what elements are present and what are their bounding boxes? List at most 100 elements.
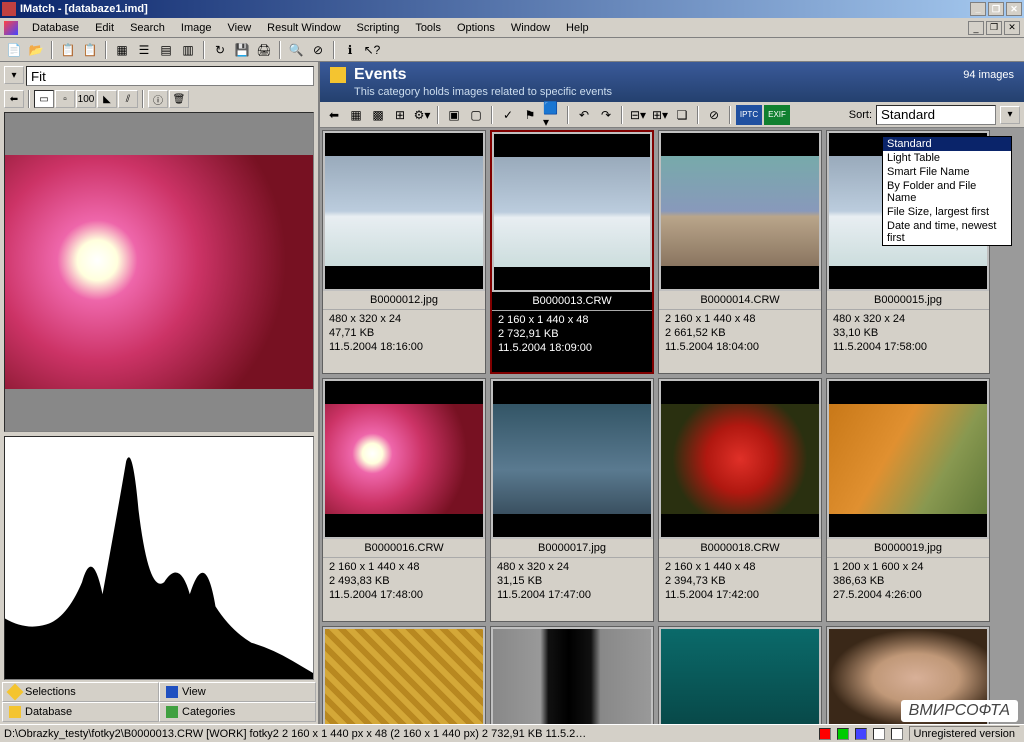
grid-small-icon[interactable]: ▩ bbox=[368, 105, 388, 125]
back-icon[interactable]: ⬅ bbox=[324, 105, 344, 125]
tab-view[interactable]: View bbox=[159, 682, 316, 702]
tree2-icon[interactable]: ⊞▾ bbox=[650, 105, 670, 125]
histogram-panel bbox=[4, 436, 314, 680]
status-registration: Unregistered version bbox=[909, 726, 1021, 741]
refresh-icon[interactable]: ↻ bbox=[210, 40, 230, 60]
status-color-white2[interactable] bbox=[891, 728, 903, 740]
status-bar: D:\Obrazky_testy\fotky2\B0000013.CRW [WO… bbox=[0, 724, 1024, 742]
histogram-icon[interactable]: ◣ bbox=[97, 90, 117, 108]
minimize-button[interactable]: _ bbox=[970, 2, 986, 16]
thumbnail-item[interactable]: B0000018.CRW 2 160 x 1 440 x 482 394,73 … bbox=[658, 378, 822, 622]
menu-edit[interactable]: Edit bbox=[87, 20, 122, 36]
thumbnail-filename: B0000019.jpg bbox=[827, 539, 989, 558]
status-color-blue[interactable] bbox=[855, 728, 867, 740]
thumbnail-info: 2 160 x 1 440 x 482 732,91 KB11.5.2004 1… bbox=[492, 311, 652, 372]
info-icon[interactable]: ⓘ bbox=[148, 90, 168, 108]
maximize-button[interactable]: ❐ bbox=[988, 2, 1004, 16]
details-icon[interactable]: ▥ bbox=[178, 40, 198, 60]
fit-view-icon[interactable]: ▭ bbox=[34, 90, 54, 108]
delete-icon[interactable]: 🗑 bbox=[169, 90, 189, 108]
deselect-icon[interactable]: ▢ bbox=[466, 105, 486, 125]
sort-option-smart-name[interactable]: Smart File Name bbox=[883, 165, 1011, 179]
menu-window[interactable]: Window bbox=[503, 20, 558, 36]
menu-options[interactable]: Options bbox=[449, 20, 503, 36]
menu-help[interactable]: Help bbox=[558, 20, 597, 36]
menu-result-window[interactable]: Result Window bbox=[259, 20, 348, 36]
tree1-icon[interactable]: ⊟▾ bbox=[628, 105, 648, 125]
menu-image[interactable]: Image bbox=[173, 20, 220, 36]
noentry-icon[interactable]: ⊘ bbox=[704, 105, 724, 125]
thumbnail-item[interactable]: B0000013.CRW 2 160 x 1 440 x 482 732,91 … bbox=[490, 130, 654, 374]
tab-database[interactable]: Database bbox=[2, 702, 159, 722]
list-icon[interactable]: ☰ bbox=[134, 40, 154, 60]
menu-tools[interactable]: Tools bbox=[407, 20, 449, 36]
thumbnail-item[interactable]: B0000012.jpg 480 x 320 x 2447,71 KB11.5.… bbox=[322, 130, 486, 374]
thumbnail-item[interactable]: B0000019.jpg 1 200 x 1 600 x 24386,63 KB… bbox=[826, 378, 990, 622]
thumbview-icon[interactable]: ▤ bbox=[156, 40, 176, 60]
thumbnail-item[interactable]: B0000014.CRW 2 160 x 1 440 x 482 661,52 … bbox=[658, 130, 822, 374]
new-icon[interactable]: 📄 bbox=[4, 40, 24, 60]
save-icon[interactable]: 💾 bbox=[232, 40, 252, 60]
mark-icon[interactable]: ✓ bbox=[498, 105, 518, 125]
menu-search[interactable]: Search bbox=[122, 20, 173, 36]
status-color-white[interactable] bbox=[873, 728, 885, 740]
prev-icon[interactable]: ⬅ bbox=[4, 90, 24, 108]
grid-tiny-icon[interactable]: ⊞ bbox=[390, 105, 410, 125]
select-all-icon[interactable]: ▣ bbox=[444, 105, 464, 125]
doc-close-button[interactable]: ✕ bbox=[1004, 21, 1020, 35]
grid-icon[interactable]: ▦ bbox=[112, 40, 132, 60]
grid-large-icon[interactable]: ▦ bbox=[346, 105, 366, 125]
pointer-help-icon[interactable]: ↖? bbox=[362, 40, 382, 60]
thumbnail-item[interactable] bbox=[490, 626, 654, 724]
menu-database[interactable]: Database bbox=[24, 20, 87, 36]
sort-dropdown-icon[interactable]: ▾ bbox=[1000, 106, 1020, 124]
category-title: Events bbox=[354, 66, 406, 84]
sort-dropdown-menu[interactable]: Standard Light Table Smart File Name By … bbox=[882, 136, 1012, 246]
levels-icon[interactable]: ⫽ bbox=[118, 90, 138, 108]
sort-option-folder-name[interactable]: By Folder and File Name bbox=[883, 179, 1011, 205]
exif-button[interactable]: EXIF bbox=[764, 105, 790, 125]
sort-option-standard[interactable]: Standard bbox=[883, 137, 1011, 151]
status-color-green[interactable] bbox=[837, 728, 849, 740]
sort-select[interactable] bbox=[876, 105, 996, 125]
image-preview[interactable] bbox=[4, 112, 314, 432]
thumbnail-item[interactable]: B0000017.jpg 480 x 320 x 2431,15 KB11.5.… bbox=[490, 378, 654, 622]
doc-maximize-button[interactable]: ❐ bbox=[986, 21, 1002, 35]
print-icon[interactable]: 🖨 bbox=[254, 40, 274, 60]
paste-icon[interactable]: 📋 bbox=[80, 40, 100, 60]
doc-minimize-button[interactable]: _ bbox=[968, 21, 984, 35]
menu-bar: Database Edit Search Image View Result W… bbox=[0, 18, 1024, 38]
status-color-red[interactable] bbox=[819, 728, 831, 740]
flag-icon[interactable]: ⚑ bbox=[520, 105, 540, 125]
help-icon[interactable]: ℹ bbox=[340, 40, 360, 60]
thumbnail-item[interactable] bbox=[658, 626, 822, 724]
zoom-select[interactable] bbox=[26, 66, 314, 86]
actual-size-icon[interactable]: ▫ bbox=[55, 90, 75, 108]
tab-categories[interactable]: Categories bbox=[159, 702, 316, 722]
color-tag-icon[interactable]: 🟦▾ bbox=[542, 105, 562, 125]
search-icon[interactable]: 🔍 bbox=[286, 40, 306, 60]
thumbnail-item[interactable] bbox=[322, 626, 486, 724]
iptc-button[interactable]: IPTC bbox=[736, 105, 762, 125]
zoom-100-icon[interactable]: 100 bbox=[76, 90, 96, 108]
thumbnail-info: 480 x 320 x 2431,15 KB11.5.2004 17:47:00 bbox=[491, 558, 653, 621]
doc-icon bbox=[4, 21, 18, 35]
sort-option-filesize[interactable]: File Size, largest first bbox=[883, 205, 1011, 219]
menu-view[interactable]: View bbox=[220, 20, 260, 36]
thumbnail-info: 2 160 x 1 440 x 482 493,83 KB11.5.2004 1… bbox=[323, 558, 485, 621]
stack-icon[interactable]: ❏ bbox=[672, 105, 692, 125]
copy-icon[interactable]: 📋 bbox=[58, 40, 78, 60]
close-button[interactable]: ✕ bbox=[1006, 2, 1022, 16]
zoom-dropdown-icon[interactable]: ▾ bbox=[4, 66, 24, 84]
sort-label: Sort: bbox=[849, 109, 872, 121]
thumb-options-icon[interactable]: ⚙▾ bbox=[412, 105, 432, 125]
sort-option-date[interactable]: Date and time, newest first bbox=[883, 219, 1011, 245]
tab-selections[interactable]: Selections bbox=[2, 682, 159, 702]
stop-icon[interactable]: ⊘ bbox=[308, 40, 328, 60]
open-icon[interactable]: 📂 bbox=[26, 40, 46, 60]
menu-scripting[interactable]: Scripting bbox=[349, 20, 408, 36]
rotate-left-icon[interactable]: ↶ bbox=[574, 105, 594, 125]
thumbnail-item[interactable]: B0000016.CRW 2 160 x 1 440 x 482 493,83 … bbox=[322, 378, 486, 622]
sort-option-light-table[interactable]: Light Table bbox=[883, 151, 1011, 165]
rotate-right-icon[interactable]: ↷ bbox=[596, 105, 616, 125]
